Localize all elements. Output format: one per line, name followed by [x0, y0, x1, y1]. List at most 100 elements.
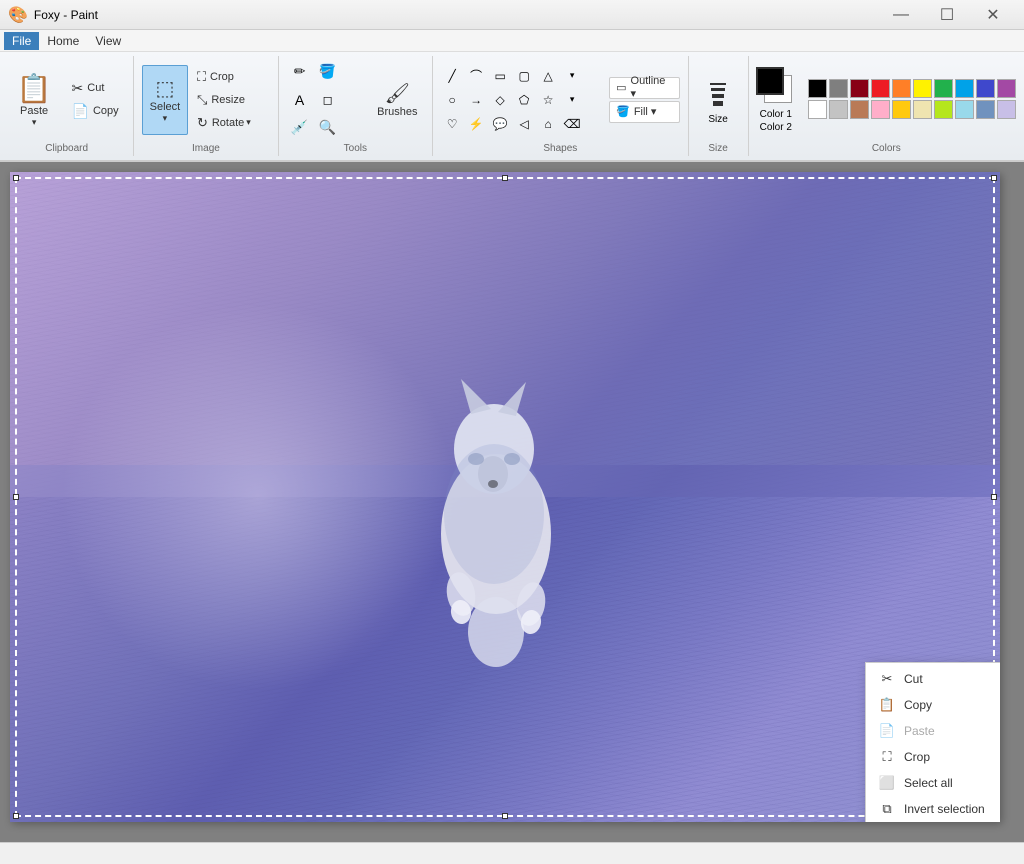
shape-triangle[interactable]: △ [537, 65, 559, 87]
shape-curve[interactable]: ⌒ [465, 65, 487, 87]
resize-handle-bc[interactable] [502, 813, 508, 819]
fill-icon: 🪣 [616, 105, 630, 118]
text-tool[interactable]: A [287, 87, 313, 113]
color1-button[interactable]: Color 1 [756, 67, 796, 120]
menu-home[interactable]: Home [39, 32, 87, 50]
color-swatch-1[interactable] [829, 79, 848, 98]
color-swatch-5[interactable] [913, 79, 932, 98]
color-swatch-11[interactable] [829, 100, 848, 119]
shape-callout[interactable]: ◁ [513, 113, 535, 135]
shape-rect[interactable]: ▭ [489, 65, 511, 87]
shape-ellipse[interactable]: ○ [441, 89, 463, 111]
shape-scroll[interactable]: ⌫ [561, 113, 583, 135]
paint-bucket-tool[interactable]: 🪣 [315, 59, 341, 85]
image-buttons: ⛶ Crop ⤡ Resize ↻ Rotate ▾ [190, 66, 270, 134]
color-swatch-17[interactable] [955, 100, 974, 119]
color-swatch-9[interactable] [997, 79, 1016, 98]
menu-file[interactable]: File [4, 32, 39, 50]
ribbon-colors-group: Color 1 Color 2 Colors [749, 56, 1024, 156]
resize-handle-mr[interactable] [991, 494, 997, 500]
color-swatch-3[interactable] [871, 79, 890, 98]
select-icon: ⬚ [155, 76, 174, 101]
cut-copy-buttons: ✂ Cut 📄 Copy [65, 77, 126, 122]
shape-roundrect[interactable]: ▢ [513, 65, 535, 87]
title-bar-controls: — ☐ ✕ [878, 0, 1016, 30]
maximize-button[interactable]: ☐ [924, 0, 970, 30]
canvas-wrapper[interactable]: ✂Cut📋Copy📄Paste⛶Crop⬜Select all⧉Invert s… [10, 172, 1000, 822]
color-swatch-7[interactable] [955, 79, 974, 98]
resize-handle-tl[interactable] [13, 175, 19, 181]
color-swatch-15[interactable] [913, 100, 932, 119]
resize-handle-tc[interactable] [502, 175, 508, 181]
shape-more2[interactable]: ▾ [561, 89, 583, 111]
shape-ribbon2[interactable]: ⌂ [537, 113, 559, 135]
shape-star[interactable]: ☆ [537, 89, 559, 111]
shape-arrow[interactable]: → [465, 89, 487, 111]
ctx-item-cut[interactable]: ✂Cut [866, 666, 1000, 692]
outline-button[interactable]: ▭ Outline ▾ [609, 77, 679, 99]
image-content: ⬚ Select ▾ ⛶ Crop ⤡ Resize ↻ Rotate ▾ [142, 58, 270, 141]
tools-icons: ✏ 🪣 A ◻ 💉 🔍 [287, 59, 367, 141]
color-swatch-14[interactable] [892, 100, 911, 119]
color1-swatch [756, 67, 784, 95]
ctx-icon-select-all: ⬜ [878, 775, 896, 791]
context-menu: ✂Cut📋Copy📄Paste⛶Crop⬜Select all⧉Invert s… [865, 662, 1000, 822]
shape-diamond[interactable]: ◇ [489, 89, 511, 111]
color-swatch-0[interactable] [808, 79, 827, 98]
rotate-button[interactable]: ↻ Rotate ▾ [190, 112, 270, 134]
resize-icon: ⤡ [197, 92, 207, 108]
copy-button[interactable]: 📄 Copy [65, 100, 126, 122]
paste-button[interactable]: 📋 Paste ▾ [8, 65, 61, 135]
ctx-label-cut: Cut [904, 672, 923, 686]
shape-heart[interactable]: ♡ [441, 113, 463, 135]
pencil-tool[interactable]: ✏ [287, 59, 313, 85]
size-button[interactable]: Size [702, 73, 734, 127]
color-swatch-4[interactable] [892, 79, 911, 98]
rotate-icon: ↻ [197, 115, 208, 131]
resize-handle-tr[interactable] [991, 175, 997, 181]
image-label: Image [192, 141, 220, 154]
title-bar: 🎨 Foxy - Paint — ☐ ✕ [0, 0, 1024, 30]
shapes-label: Shapes [543, 141, 577, 154]
resize-handle-ml[interactable] [13, 494, 19, 500]
brushes-button[interactable]: 🖌 Brushes [371, 65, 425, 135]
color-swatch-19[interactable] [997, 100, 1016, 119]
eraser-tool[interactable]: ◻ [315, 87, 341, 113]
magnifier-tool[interactable]: 🔍 [315, 115, 341, 141]
color-swatch-2[interactable] [850, 79, 869, 98]
shape-line[interactable]: ╱ [441, 65, 463, 87]
ribbon-size-group: Size Size [689, 56, 749, 156]
ctx-item-crop[interactable]: ⛶Crop [866, 744, 1000, 770]
ctx-label-select-all: Select all [904, 776, 953, 790]
color-swatch-8[interactable] [976, 79, 995, 98]
outline-icon: ▭ [616, 81, 626, 94]
fill-button[interactable]: 🪣 Fill ▾ [609, 101, 679, 123]
color-swatch-10[interactable] [808, 100, 827, 119]
ctx-item-copy[interactable]: 📋Copy [866, 692, 1000, 718]
shape-pentagon[interactable]: ⬠ [513, 89, 535, 111]
ctx-label-crop: Crop [904, 750, 930, 764]
shapes-icons: ╱ ⌒ ▭ ▢ △ ▾ ○ → ◇ ⬠ ☆ ▾ ♡ ⚡ 💬 ◁ ⌂ ⌫ [441, 65, 601, 135]
shape-speech[interactable]: 💬 [489, 113, 511, 135]
color-swatch-12[interactable] [850, 100, 869, 119]
copy-icon: 📄 [72, 103, 89, 120]
color-swatch-18[interactable] [976, 100, 995, 119]
color2-button[interactable]: Color 2 [760, 122, 792, 133]
select-button[interactable]: ⬚ Select ▾ [142, 65, 188, 135]
shape-lightning[interactable]: ⚡ [465, 113, 487, 135]
ctx-item-invert-selection[interactable]: ⧉Invert selection [866, 796, 1000, 822]
minimize-button[interactable]: — [878, 0, 924, 30]
color-swatch-6[interactable] [934, 79, 953, 98]
menu-view[interactable]: View [87, 32, 129, 50]
resize-handle-bl[interactable] [13, 813, 19, 819]
shape-more[interactable]: ▾ [561, 65, 583, 87]
color-swatch-13[interactable] [871, 100, 890, 119]
ribbon: 📋 Paste ▾ ✂ Cut 📄 Copy Clipboard ⬚ [0, 52, 1024, 162]
color-picker-tool[interactable]: 💉 [287, 115, 313, 141]
close-button[interactable]: ✕ [970, 0, 1016, 30]
crop-button[interactable]: ⛶ Crop [190, 66, 270, 88]
resize-button[interactable]: ⤡ Resize [190, 89, 270, 111]
ctx-item-select-all[interactable]: ⬜ Select all [866, 770, 1000, 796]
color-swatch-16[interactable] [934, 100, 953, 119]
cut-button[interactable]: ✂ Cut [65, 77, 126, 99]
